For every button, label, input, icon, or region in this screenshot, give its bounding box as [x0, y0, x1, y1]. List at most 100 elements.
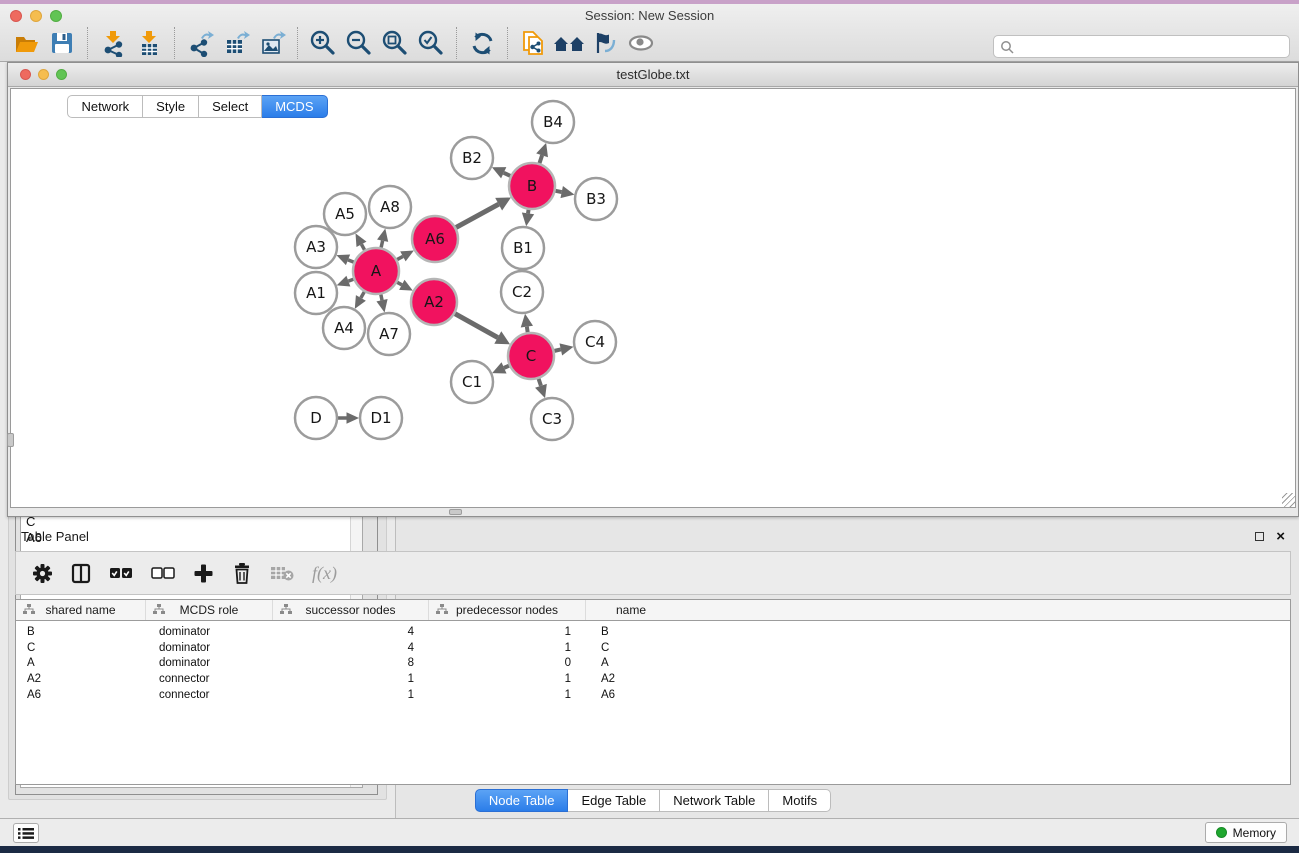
search-input[interactable] — [1014, 40, 1289, 54]
graph-edge-C-C3[interactable] — [535, 379, 547, 398]
column-header-predecessor-nodes[interactable]: predecessor nodes — [429, 600, 586, 620]
graph-edge-B-B3[interactable] — [556, 186, 575, 198]
graphics-details-button[interactable] — [587, 26, 623, 60]
select-all-columns-icon[interactable] — [109, 567, 133, 579]
graph-node-B1[interactable]: B1 — [502, 227, 544, 269]
graph-node-A[interactable]: A — [353, 248, 399, 294]
column-header-shared-name[interactable]: shared name — [16, 600, 146, 620]
graph-node-B4[interactable]: B4 — [532, 101, 574, 143]
graph-node-A3[interactable]: A3 — [295, 226, 337, 268]
table-row-a[interactable]: Adominator80A — [16, 656, 1290, 672]
graph-node-C3[interactable]: C3 — [531, 398, 573, 440]
table-close-icon[interactable]: × — [1276, 532, 1285, 541]
graph-edge-A-A7[interactable] — [376, 295, 387, 313]
tab-select[interactable]: Select — [199, 95, 262, 118]
graph-node-C4[interactable]: C4 — [574, 321, 616, 363]
table-tab-motifs[interactable]: Motifs — [769, 789, 831, 812]
network-close-button[interactable] — [20, 69, 31, 80]
tab-style[interactable]: Style — [143, 95, 199, 118]
import-table-button[interactable] — [131, 26, 167, 60]
graph-edge-D-D1[interactable] — [338, 412, 359, 423]
graph-edge-A-A1[interactable] — [337, 276, 354, 287]
cell: 1 — [273, 689, 429, 701]
graph-node-A5[interactable]: A5 — [324, 193, 366, 235]
graph-edge-A-A8[interactable] — [377, 228, 388, 247]
table-tab-node-table[interactable]: Node Table — [475, 789, 569, 812]
import-network-button[interactable] — [95, 26, 131, 60]
graph-edge-A-A3[interactable] — [336, 255, 353, 266]
graph-node-A8[interactable]: A8 — [369, 186, 411, 228]
tab-mcds[interactable]: MCDS — [262, 95, 327, 118]
show-columns-icon[interactable] — [71, 563, 91, 584]
graph-node-A4[interactable]: A4 — [323, 307, 365, 349]
table-tab-edge-table[interactable]: Edge Table — [568, 789, 660, 812]
graph-edge-C-C2[interactable] — [521, 314, 533, 332]
open-session-button[interactable] — [8, 26, 44, 60]
task-history-button[interactable] — [13, 823, 39, 843]
export-table-button[interactable] — [218, 26, 254, 60]
graph-node-A6[interactable]: A6 — [412, 216, 458, 262]
network-window-titlebar[interactable]: testGlobe.txt — [8, 63, 1298, 87]
table-row-c[interactable]: Cdominator41C — [16, 640, 1290, 656]
graph-edge-A-A6[interactable] — [397, 250, 414, 261]
network-canvas[interactable]: B4 B2 B B3 A5A8A6 A3 B1 A A1 C2 A2 A4A7 C4 C C1 D D1 C3 — [10, 88, 1296, 508]
zoom-in-button[interactable] — [305, 26, 341, 60]
graph-node-B3[interactable]: B3 — [575, 178, 617, 220]
table-tab-network-table[interactable]: Network Table — [660, 789, 769, 812]
graph-node-C[interactable]: C — [508, 333, 554, 379]
graph-edge-A-A5[interactable] — [356, 233, 367, 250]
graph-node-C1[interactable]: C1 — [451, 361, 493, 403]
cybrowser-home-button[interactable] — [551, 26, 587, 60]
save-session-button[interactable] — [44, 26, 80, 60]
zoom-fit-button[interactable] — [377, 26, 413, 60]
export-image-button[interactable] — [254, 26, 290, 60]
create-column-plus-icon[interactable] — [193, 563, 214, 584]
cell: A2 — [586, 673, 676, 685]
table-settings-gear-icon[interactable] — [32, 563, 53, 584]
column-header-successor-nodes[interactable]: successor nodes — [273, 600, 429, 620]
graph-node-B[interactable]: B — [509, 163, 555, 209]
graph-edge-C-C1[interactable] — [492, 362, 509, 373]
toolbar-separator — [456, 27, 457, 59]
unselect-all-columns-icon[interactable] — [151, 567, 175, 579]
table-row-a6[interactable]: A6connector11A6 — [16, 687, 1290, 703]
graph-node-A2[interactable]: A2 — [411, 279, 457, 325]
delete-column-trash-icon[interactable] — [232, 562, 252, 584]
graph-edge-C-C4[interactable] — [554, 343, 573, 355]
graph-edge-B-B4[interactable] — [536, 143, 548, 163]
network-hscroll-thumb[interactable] — [449, 509, 462, 515]
graph-node-B2[interactable]: B2 — [451, 137, 493, 179]
tab-network[interactable]: Network — [67, 95, 143, 118]
cell: 8 — [273, 657, 429, 669]
column-header-mcds-role[interactable]: MCDS role — [146, 600, 273, 620]
graph-edge-A-A4[interactable] — [355, 292, 366, 309]
graph-node-D[interactable]: D — [295, 397, 337, 439]
graph-edge-B-B2[interactable] — [492, 167, 510, 178]
graph-node-D1[interactable]: D1 — [360, 397, 402, 439]
graph-edge-A-A2[interactable] — [397, 280, 413, 291]
network-minimize-button[interactable] — [38, 69, 49, 80]
graph-edge-B-B1[interactable] — [522, 210, 534, 226]
graph-node-A1[interactable]: A1 — [295, 272, 337, 314]
network-zoom-button[interactable] — [56, 69, 67, 80]
network-resize-grip[interactable] — [1282, 493, 1296, 507]
table-row-b[interactable]: Bdominator41B — [16, 624, 1290, 640]
search-field[interactable] — [993, 35, 1290, 58]
memory-button[interactable]: Memory — [1205, 822, 1287, 843]
refresh-button[interactable] — [464, 26, 500, 60]
graph-node-A7[interactable]: A7 — [368, 313, 410, 355]
column-header-name[interactable]: name — [586, 600, 676, 620]
network-vscroll-thumb[interactable] — [7, 433, 14, 447]
table-float-icon[interactable] — [1255, 532, 1264, 541]
export-network-button[interactable] — [182, 26, 218, 60]
clone-network-button[interactable] — [515, 26, 551, 60]
graph-node-C2[interactable]: C2 — [501, 271, 543, 313]
graph-edge-A6-B[interactable] — [456, 198, 511, 228]
main-toolbar — [0, 24, 659, 62]
zoom-out-button[interactable] — [341, 26, 377, 60]
table-panel-header: Table Panel × — [7, 523, 1299, 549]
zoom-selected-button[interactable] — [413, 26, 449, 60]
table-row-a2[interactable]: A2connector11A2 — [16, 671, 1290, 687]
show-hide-button[interactable] — [623, 26, 659, 60]
graph-edge-A2-C[interactable] — [455, 314, 510, 345]
